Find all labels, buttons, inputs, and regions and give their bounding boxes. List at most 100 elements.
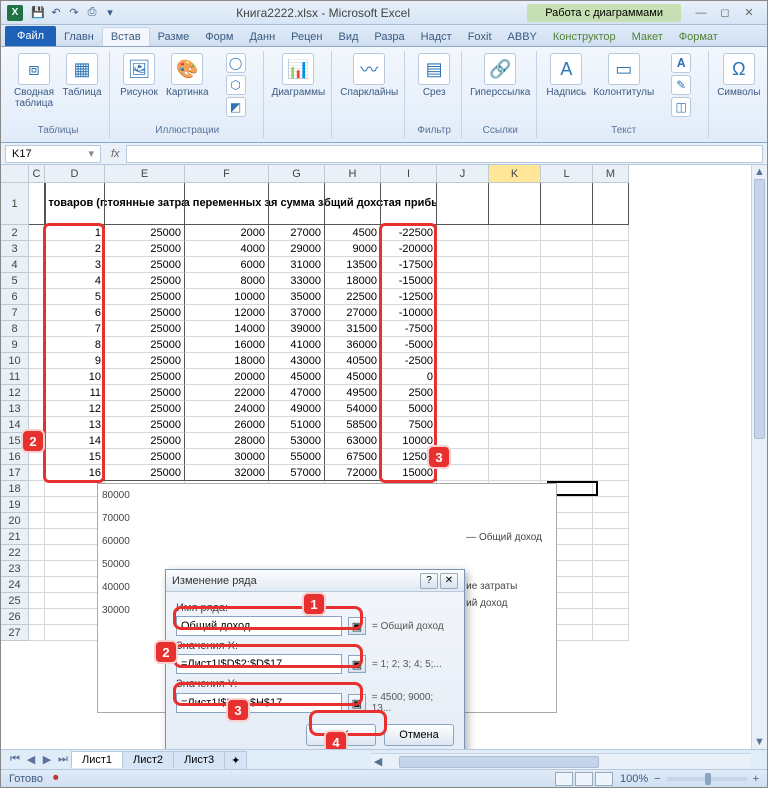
table-cell[interactable]: 12 [45, 401, 105, 417]
hyperlink-button[interactable]: 🔗Гиперссылка [470, 53, 530, 98]
table-cell[interactable]: 28000 [185, 433, 269, 449]
table-cell[interactable]: 27000 [325, 305, 381, 321]
picture-button[interactable]: 🖼Рисунок [118, 53, 160, 98]
table-cell[interactable]: 2000 [185, 225, 269, 241]
row-header[interactable]: 7 [1, 305, 29, 321]
tab-pagelayout[interactable]: Разме [150, 28, 198, 46]
col-header[interactable]: L [541, 165, 593, 183]
screenshot-button[interactable]: ◩ [215, 97, 257, 117]
table-cell[interactable]: 25000 [105, 465, 185, 481]
table-cell[interactable]: 45000 [325, 369, 381, 385]
table-cell[interactable]: 31500 [325, 321, 381, 337]
headerfooter-button[interactable]: ▭Колонтитулы [593, 53, 654, 98]
minimize-icon[interactable]: — [689, 4, 713, 22]
sigline-button[interactable]: ✎ [660, 75, 702, 95]
scroll-down-icon[interactable]: ▼ [752, 735, 767, 749]
table-cell[interactable]: 53000 [269, 433, 325, 449]
table-cell[interactable]: 30000 [185, 449, 269, 465]
range-picker-icon[interactable]: ▣ [348, 655, 366, 673]
tab-chart-design[interactable]: Конструктор [545, 28, 624, 46]
row-header[interactable]: 6 [1, 289, 29, 305]
table-button[interactable]: ▦Таблица [61, 53, 103, 98]
table-cell[interactable]: -2500 [381, 353, 437, 369]
table-cell[interactable]: 20000 [185, 369, 269, 385]
table-cell[interactable]: 25000 [105, 385, 185, 401]
sparklines-button[interactable]: 〰Спарклайны [340, 53, 398, 98]
table-cell[interactable]: 43000 [269, 353, 325, 369]
table-cell[interactable]: -12500 [381, 289, 437, 305]
table-cell[interactable]: 2500 [381, 385, 437, 401]
table-cell[interactable]: 18000 [185, 353, 269, 369]
chevron-down-icon[interactable]: ▾ [88, 147, 94, 160]
row-header[interactable]: 22 [1, 545, 29, 561]
table-cell[interactable]: 15 [45, 449, 105, 465]
table-cell[interactable]: 16 [45, 465, 105, 481]
table-cell[interactable]: 0 [381, 369, 437, 385]
qat-print-icon[interactable]: ⎙ [83, 4, 101, 22]
table-cell[interactable]: 37000 [269, 305, 325, 321]
sheet-nav-first-icon[interactable]: ⏮ [7, 752, 23, 768]
row-header[interactable]: 17 [1, 465, 29, 481]
tab-view[interactable]: Вид [331, 28, 367, 46]
table-cell[interactable]: -22500 [381, 225, 437, 241]
table-cell[interactable]: 47000 [269, 385, 325, 401]
row-header[interactable]: 21 [1, 529, 29, 545]
row-header[interactable]: 12 [1, 385, 29, 401]
row-header[interactable]: 10 [1, 353, 29, 369]
table-cell[interactable]: 14000 [185, 321, 269, 337]
table-cell[interactable]: 55000 [269, 449, 325, 465]
pivot-table-button[interactable]: ⧈Сводная таблица [13, 53, 55, 109]
table-cell[interactable]: 58500 [325, 417, 381, 433]
row-header[interactable]: 1 [1, 183, 29, 225]
qat-more-icon[interactable]: ▾ [101, 4, 119, 22]
table-cell[interactable]: 25000 [105, 417, 185, 433]
row-header[interactable]: 19 [1, 497, 29, 513]
table-cell[interactable]: 14 [45, 433, 105, 449]
table-cell[interactable]: 25000 [105, 273, 185, 289]
new-sheet-button[interactable]: ✦ [224, 751, 247, 769]
scroll-thumb[interactable] [754, 179, 765, 439]
table-cell[interactable]: 6 [45, 305, 105, 321]
table-cell[interactable]: 25000 [105, 449, 185, 465]
view-pagebreak-icon[interactable] [595, 772, 613, 786]
table-cell[interactable]: 63000 [325, 433, 381, 449]
sheet-tab[interactable]: Лист3 [173, 751, 225, 768]
row-header[interactable]: 15 [1, 433, 29, 449]
table-cell[interactable]: 9 [45, 353, 105, 369]
table-cell[interactable]: 22000 [185, 385, 269, 401]
sheet-tab[interactable]: Лист2 [122, 751, 174, 768]
table-cell[interactable]: 15000 [381, 465, 437, 481]
table-cell[interactable]: -5000 [381, 337, 437, 353]
table-cell[interactable]: 13 [45, 417, 105, 433]
table-cell[interactable]: 25000 [105, 257, 185, 273]
table-cell[interactable]: 4500 [325, 225, 381, 241]
table-cell[interactable]: 41000 [269, 337, 325, 353]
table-cell[interactable]: 27000 [269, 225, 325, 241]
series-y-input[interactable]: =Лист1!$H$2:$H$17 [176, 693, 342, 713]
table-cell[interactable]: 3 [45, 257, 105, 273]
table-cell[interactable]: 24000 [185, 401, 269, 417]
table-cell[interactable]: 51000 [269, 417, 325, 433]
object-button[interactable]: ◫ [660, 97, 702, 117]
table-cell[interactable]: -10000 [381, 305, 437, 321]
table-cell[interactable]: 39000 [269, 321, 325, 337]
cancel-button[interactable]: Отмена [384, 724, 454, 746]
col-header[interactable]: K [489, 165, 541, 183]
tab-addins[interactable]: Надст [413, 28, 460, 46]
tab-foxit[interactable]: Foxit [460, 28, 500, 46]
zoom-level[interactable]: 100% [620, 773, 648, 785]
tab-file[interactable]: Файл [5, 26, 56, 46]
zoom-slider[interactable] [667, 777, 747, 781]
wordart-button[interactable]: 𝐀 [660, 53, 702, 73]
select-all-corner[interactable] [1, 165, 29, 183]
row-header[interactable]: 9 [1, 337, 29, 353]
maximize-icon[interactable]: ◻ [713, 4, 737, 22]
tab-review[interactable]: Рецен [283, 28, 330, 46]
table-cell[interactable]: 25000 [105, 401, 185, 417]
name-box[interactable]: K17▾ [5, 145, 101, 163]
table-cell[interactable]: 40500 [325, 353, 381, 369]
shapes-button[interactable]: ◯ [215, 53, 257, 73]
range-picker-icon[interactable]: ▣ [348, 617, 366, 635]
row-header[interactable]: 24 [1, 577, 29, 593]
dialog-help-button[interactable]: ? [420, 573, 438, 589]
